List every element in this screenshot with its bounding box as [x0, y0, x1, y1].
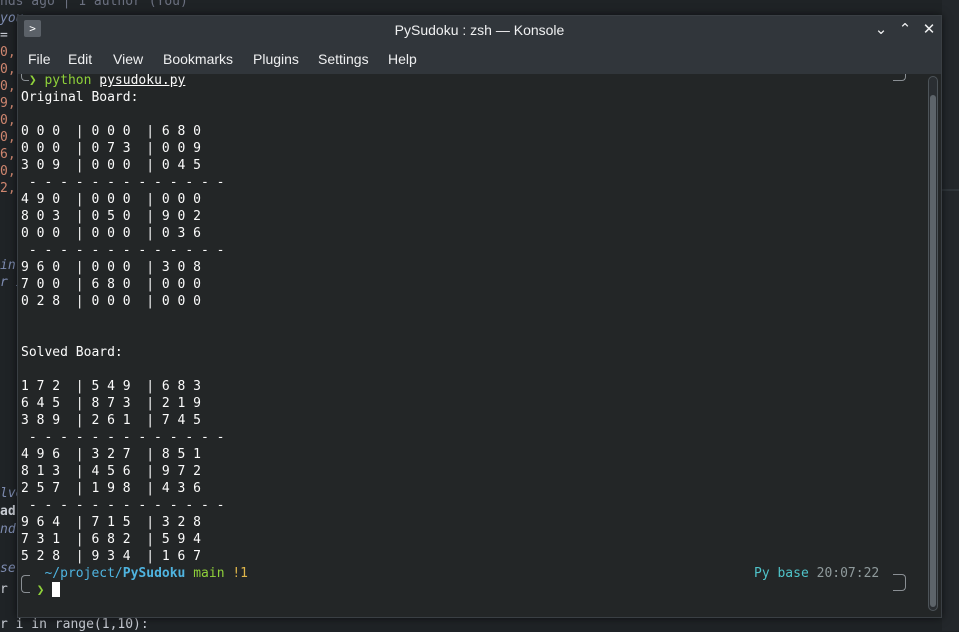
- minimize-icon[interactable]: ⌄: [872, 20, 890, 38]
- board-separator: - - - - - - - - - - - - -: [21, 175, 225, 190]
- original-board-title: Original Board:: [21, 90, 139, 105]
- window-titlebar[interactable]: > PySudoku : zsh — Konsole ⌄ ⌃ ✕: [18, 16, 941, 44]
- board-separator: - - - - - - - - - - - - -: [21, 430, 225, 445]
- prompt-frame-corner: [893, 582, 906, 591]
- prompt-env: Py base: [754, 566, 809, 581]
- input-line[interactable]: ❯: [21, 582, 248, 599]
- bg-editor-line: 0,: [0, 164, 16, 179]
- bg-editor-line: 0,: [0, 79, 16, 94]
- maximize-icon[interactable]: ⌃: [896, 20, 914, 38]
- board-separator: - - - - - - - - - - - - -: [21, 243, 225, 258]
- menu-edit[interactable]: Edit: [68, 51, 92, 67]
- command-line: ❯ python pysudoku.py: [21, 74, 248, 89]
- bg-editor-line: 2,: [0, 181, 16, 196]
- scrollbar-thumb[interactable]: [930, 95, 936, 607]
- prompt-git-status: !1: [232, 566, 249, 581]
- board-row: 3 8 9 | 2 6 1 | 7 4 5: [21, 413, 202, 428]
- prompt-frame-corner: [21, 583, 30, 593]
- prompt-dir: PySudoku: [122, 566, 186, 581]
- close-icon[interactable]: ✕: [920, 20, 938, 38]
- solved-board-title: Solved Board:: [21, 345, 123, 360]
- bg-editor-line: 0,: [0, 113, 16, 128]
- prompt-line: ~/project/PySudoku main !1 Py base 20:07:…: [21, 565, 879, 582]
- board-row: 7 0 0 | 6 8 0 | 0 0 0: [21, 277, 202, 292]
- board-row: 0 0 0 | 0 0 0 | 6 8 0: [21, 124, 202, 139]
- bg-editor-line: nds ago | 1 author (You): [0, 0, 188, 9]
- menu-bar: File Edit View Bookmarks Plugins Setting…: [18, 44, 941, 74]
- prompt-arrow-icon: ❯: [28, 74, 37, 88]
- board-row: 8 0 3 | 0 5 0 | 9 0 2: [21, 209, 202, 224]
- terminal-area[interactable]: ❯ python pysudoku.py Original Board: 0 0…: [18, 74, 941, 617]
- board-separator: - - - - - - - - - - - - -: [21, 498, 225, 513]
- bg-editor-line: 0,: [0, 130, 16, 145]
- background-side-panel: [942, 0, 959, 631]
- bg-editor-line: 6,: [0, 147, 16, 162]
- menu-help[interactable]: Help: [388, 51, 417, 67]
- board-row: 1 7 2 | 5 4 9 | 6 8 3: [21, 379, 202, 394]
- bg-editor-line: r: [0, 582, 8, 597]
- menu-bookmarks[interactable]: Bookmarks: [163, 51, 233, 67]
- board-row: 2 5 7 | 1 9 8 | 4 3 6: [21, 481, 202, 496]
- command-file: pysudoku.py: [99, 74, 186, 88]
- board-row: 8 1 3 | 4 5 6 | 9 7 2: [21, 464, 202, 479]
- bg-editor-line: 0,: [0, 45, 16, 60]
- prompt-frame-corner: [893, 74, 906, 81]
- command-program: python: [44, 74, 92, 88]
- menu-view[interactable]: View: [113, 51, 143, 67]
- board-row: 9 6 0 | 0 0 0 | 3 0 8: [21, 260, 202, 275]
- board-row: 0 0 0 | 0 7 3 | 0 0 9: [21, 141, 202, 156]
- board-row: 7 3 1 | 6 8 2 | 5 9 4: [21, 532, 202, 547]
- bg-editor-line: ad: [0, 504, 16, 519]
- board-row: 0 2 8 | 0 0 0 | 0 0 0: [21, 294, 202, 309]
- prompt-path: ~/project/: [44, 566, 123, 581]
- terminal-output: ❯ python pysudoku.py Original Board: 0 0…: [21, 74, 879, 599]
- board-row: 6 4 5 | 8 7 3 | 2 1 9: [21, 396, 202, 411]
- menu-plugins[interactable]: Plugins: [253, 51, 299, 67]
- konsole-window: > PySudoku : zsh — Konsole ⌄ ⌃ ✕ File Ed…: [17, 15, 942, 618]
- bg-editor-line: 9,: [0, 96, 16, 111]
- bg-editor-line: nd: [0, 522, 16, 537]
- board-row: 5 2 8 | 9 3 4 | 1 6 7: [21, 549, 202, 564]
- window-title: PySudoku : zsh — Konsole: [394, 22, 565, 38]
- board-row: 3 0 9 | 0 0 0 | 0 4 5: [21, 158, 202, 173]
- board-row: 9 6 4 | 7 1 5 | 3 2 8: [21, 515, 202, 530]
- vertical-scrollbar[interactable]: [928, 76, 938, 611]
- board-row: 4 9 0 | 0 0 0 | 0 0 0: [21, 192, 202, 207]
- menu-settings[interactable]: Settings: [318, 51, 369, 67]
- bg-editor-line: r i in range(1,10):: [0, 617, 149, 632]
- menu-file[interactable]: File: [28, 51, 51, 67]
- text-cursor: [52, 582, 61, 597]
- bg-editor-line: 0,: [0, 62, 16, 77]
- prompt-time: 20:07:22: [816, 566, 880, 581]
- prompt-branch: main: [193, 566, 225, 581]
- board-row: 4 9 6 | 3 2 7 | 8 5 1: [21, 447, 202, 462]
- board-row: 0 0 0 | 0 0 0 | 0 3 6: [21, 226, 202, 241]
